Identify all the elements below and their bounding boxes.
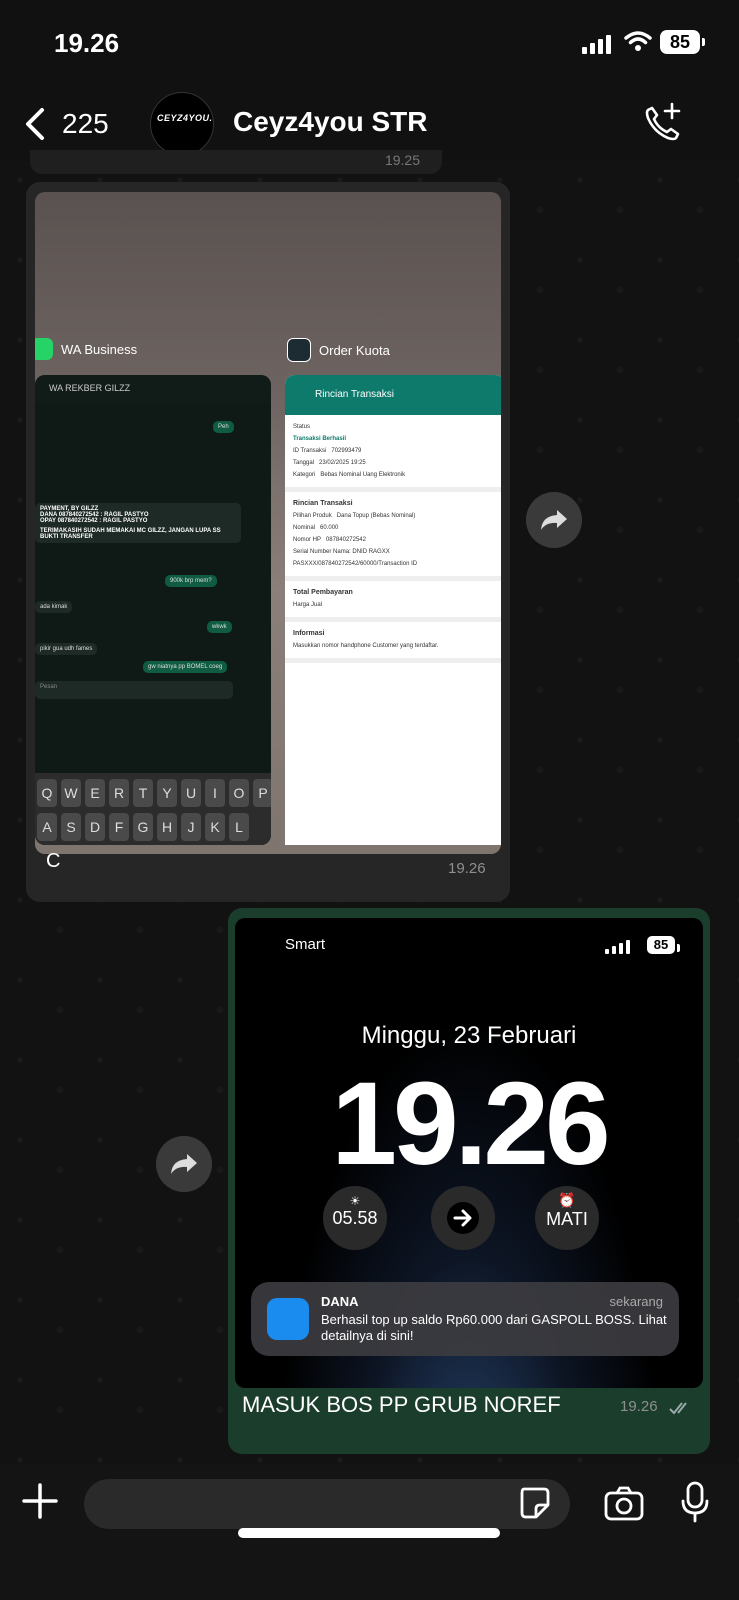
message-time: 19.26: [448, 860, 486, 877]
wifi-icon: [624, 31, 652, 51]
avatar-logo: CEYZ4YOU.STR: [157, 113, 213, 123]
message-time: 19.25: [384, 152, 420, 168]
camera-icon[interactable]: [604, 1485, 644, 1521]
ok-total-section: Total Pembayaran Harga Jual: [285, 581, 501, 622]
previous-message-peek[interactable]: 19.25: [30, 150, 442, 174]
arrow-right-icon: [447, 1202, 479, 1234]
list-item: wkwk: [207, 621, 232, 633]
add-call-icon[interactable]: [640, 100, 686, 146]
status-bar: 19.26 85: [0, 0, 739, 90]
arrow-widget: [431, 1186, 495, 1250]
back-chevron-icon[interactable]: [20, 104, 56, 144]
wa-chat-title: WA REKBER GILZZ: [35, 375, 271, 403]
app-switcher-label-right: Order Kuota: [287, 338, 390, 362]
signal-icon: [605, 940, 630, 954]
order-kuota-icon: [287, 338, 311, 362]
ok-title: Rincian Transaksi: [285, 375, 501, 415]
incoming-image-message[interactable]: WA Business Order Kuota WA REKBER GILZZ …: [26, 182, 510, 902]
keyboard-row: ASDFGHJKL: [35, 807, 271, 841]
ok-info-section: Informasi Masukkan nomor handphone Custo…: [285, 622, 501, 663]
unread-count[interactable]: 225: [62, 108, 109, 140]
order-kuota-card: Rincian Transaksi Status Transaksi Berha…: [285, 375, 501, 845]
message-caption: MASUK BOS PP GRUB NOREF: [242, 1392, 561, 1417]
avatar[interactable]: CEYZ4YOU.STR: [150, 92, 214, 156]
list-item: PAYMENT, BY GILZZ DANA 087840272542 : RA…: [35, 503, 241, 543]
lockscreen-date: Minggu, 23 Februari: [361, 1022, 577, 1049]
lockscreen-time: 19.26: [331, 1058, 610, 1190]
forward-icon[interactable]: [526, 492, 582, 548]
outgoing-image-message[interactable]: Smart 85 Minggu, 23 Februari 19.26 ☀ 05.…: [228, 908, 710, 1454]
notification-body: Berhasil top up saldo Rp60.000 dari GASP…: [321, 1312, 667, 1343]
sticker-icon[interactable]: [518, 1485, 552, 1521]
keyboard-row: QWERTYUIOP: [35, 773, 271, 807]
ok-detail-section: Rincian Transaksi Pilihan Produk Dana To…: [285, 492, 501, 581]
status-time: 19.26: [54, 28, 120, 58]
contact-name[interactable]: Ceyz4you STR: [233, 106, 428, 138]
image-attachment[interactable]: Smart 85 Minggu, 23 Februari 19.26 ☀ 05.…: [235, 918, 703, 1388]
list-item: ada kimak: [35, 601, 73, 613]
read-receipt-icon: [669, 1402, 687, 1415]
list-item: pikir gua udh fames: [35, 643, 98, 655]
notification-card: DANA sekarang Berhasil top up saldo Rp60…: [251, 1282, 679, 1356]
keyboard: QWERTYUIOP ASDFGHJKL: [35, 773, 271, 845]
dana-app-icon: [267, 1298, 309, 1340]
whatsapp-business-icon: [35, 338, 53, 360]
sunrise-widget: ☀ 05.58: [323, 1186, 387, 1250]
microphone-icon[interactable]: [680, 1481, 710, 1523]
battery-icon: 85: [660, 30, 705, 54]
list-item: 900k brp mem?: [165, 575, 217, 587]
sunrise-icon: ☀: [349, 1194, 361, 1208]
wa-business-card: WA REKBER GILZZ Peh PAYMENT, BY GILZZ DA…: [35, 375, 271, 845]
signal-icon: [582, 34, 611, 54]
wa-input: Pesan: [35, 681, 233, 699]
list-item: Peh: [213, 421, 234, 433]
image-attachment[interactable]: WA Business Order Kuota WA REKBER GILZZ …: [35, 192, 501, 854]
carrier-label: Smart: [285, 936, 326, 953]
plus-icon[interactable]: [22, 1483, 58, 1519]
list-item: gw niatnya pp BOMEL coeg: [143, 661, 228, 673]
battery-icon: 85: [647, 936, 680, 954]
notification-time: sekarang: [609, 1294, 663, 1309]
app-switcher-label-left: WA Business: [35, 338, 137, 360]
forward-icon[interactable]: [156, 1136, 212, 1192]
alarm-icon: ⏰: [558, 1192, 576, 1208]
home-indicator[interactable]: [238, 1528, 500, 1538]
ok-status-section: Status Transaksi Berhasil ID Transaksi 7…: [285, 415, 501, 492]
message-time: 19.26: [620, 1398, 658, 1415]
message-input[interactable]: [84, 1479, 570, 1529]
alarm-widget: ⏰ MATI: [535, 1186, 599, 1250]
notification-app: DANA: [321, 1294, 359, 1309]
message-caption: C: [46, 850, 61, 872]
